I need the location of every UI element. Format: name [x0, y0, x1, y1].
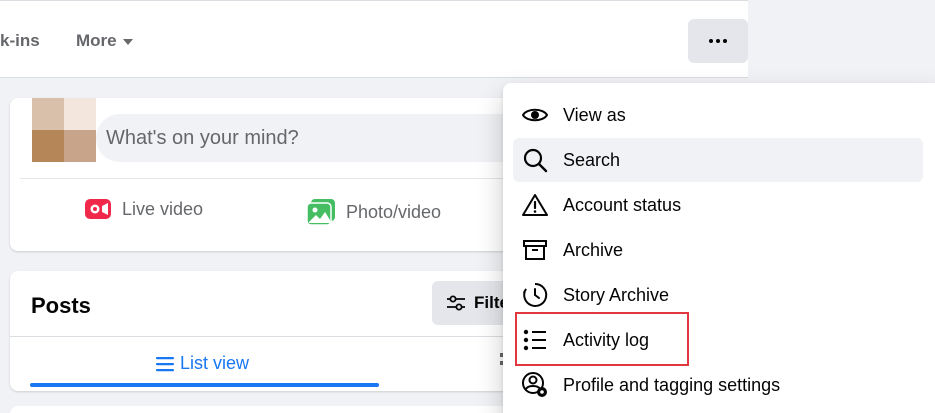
menu-item-story-archive[interactable]: Story Archive [513, 273, 923, 317]
more-options-button[interactable] [688, 19, 748, 63]
caret-down-icon [122, 39, 133, 45]
tab-check-ins[interactable]: k-ins [0, 31, 40, 51]
dot-icon [723, 39, 727, 43]
clock-history-icon [521, 281, 549, 309]
avatar[interactable] [32, 98, 96, 162]
menu-item-label: Account status [563, 194, 682, 215]
dot-icon [716, 39, 720, 43]
live-video-icon [85, 199, 111, 219]
profile-settings-icon [521, 371, 549, 399]
tab-more[interactable]: More [76, 31, 133, 51]
menu-item-label: Search [563, 149, 621, 170]
menu-item-archive[interactable]: Archive [513, 228, 923, 272]
menu-item-label: View as [563, 104, 626, 125]
tab-more-label: More [76, 31, 117, 50]
photo-video-button[interactable]: Photo/video [306, 198, 441, 226]
eye-icon [521, 101, 549, 129]
search-icon [521, 146, 549, 174]
photo-video-icon [306, 199, 335, 226]
dot-icon [709, 39, 713, 43]
live-video-label: Live video [122, 198, 204, 219]
active-tab-indicator [30, 383, 379, 387]
menu-item-label: Story Archive [563, 284, 670, 305]
list-icon [521, 326, 549, 354]
list-view-tab[interactable]: List view [156, 353, 249, 374]
profile-tab-bar: k-ins More [0, 0, 748, 78]
photo-video-label: Photo/video [346, 201, 442, 222]
menu-item-search[interactable]: Search [513, 138, 923, 182]
menu-item-label: Profile and tagging settings [563, 374, 781, 395]
posts-heading: Posts [31, 293, 91, 318]
profile-more-menu: View as Search Account status Archive St… [503, 83, 935, 413]
list-view-icon [156, 356, 174, 371]
menu-item-view-as[interactable]: View as [513, 93, 923, 137]
live-video-button[interactable]: Live video [84, 198, 203, 220]
warning-icon [521, 191, 549, 219]
filters-icon [447, 295, 465, 311]
list-view-label: List view [180, 353, 250, 373]
archive-icon [521, 236, 549, 264]
menu-item-label: Activity log [563, 329, 650, 350]
menu-item-account-status[interactable]: Account status [513, 183, 923, 227]
menu-item-profile-tagging-settings[interactable]: Profile and tagging settings [513, 363, 923, 407]
menu-item-activity-log[interactable]: Activity log [513, 318, 923, 362]
menu-item-label: Archive [563, 239, 624, 260]
